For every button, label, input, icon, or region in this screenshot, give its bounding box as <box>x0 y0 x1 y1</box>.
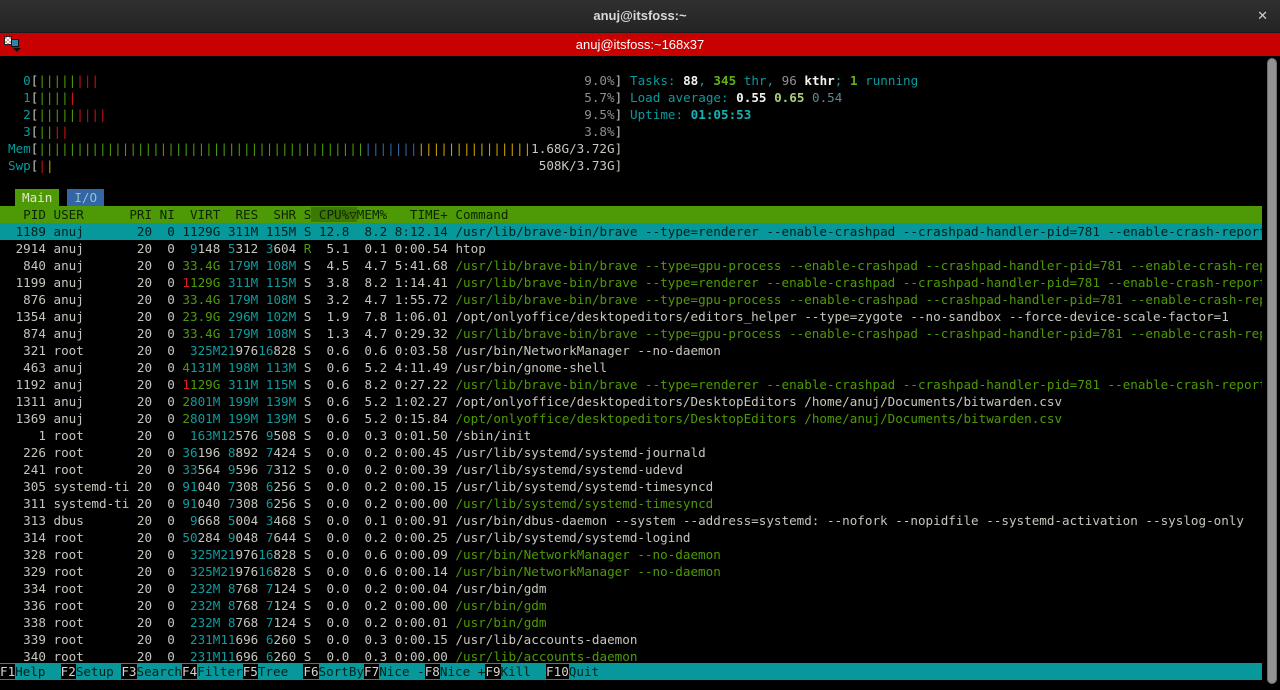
tab-io[interactable]: I/O <box>67 189 104 206</box>
process-row-328[interactable]: 328 root 20 0 325M2197616828 S 0.0 0.6 0… <box>0 546 1262 563</box>
process-row-314[interactable]: 314 root 20 0 50284 9048 7644 S 0.0 0.2 … <box>0 529 1262 546</box>
process-row-334[interactable]: 334 root 20 0 232M 8768 7124 S 0.0 0.2 0… <box>0 580 1262 597</box>
process-row-336[interactable]: 336 root 20 0 232M 8768 7124 S 0.0 0.2 0… <box>0 597 1262 614</box>
process-row-311[interactable]: 311 systemd-ti 20 0 91040 7308 6256 S 0.… <box>0 495 1262 512</box>
fkey-f8[interactable]: F8 <box>425 664 440 679</box>
load-average-line: Load average: 0.55 0.65 0.54 <box>630 89 918 106</box>
process-row-2914[interactable]: 2914 anuj 20 0 9148 5312 3604 R 5.1 0.1 … <box>0 240 1262 257</box>
process-row-241[interactable]: 241 root 20 0 33564 9596 7312 S 0.0 0.2 … <box>0 461 1262 478</box>
fkey-label-help[interactable]: Help <box>15 664 61 679</box>
fkey-f4[interactable]: F4 <box>182 664 197 679</box>
fkey-f9[interactable]: F9 <box>485 664 500 679</box>
fkey-f5[interactable]: F5 <box>243 664 258 679</box>
process-row-463[interactable]: 463 anuj 20 0 4131M 198M 113M S 0.6 5.2 … <box>0 359 1262 376</box>
fkey-f6[interactable]: F6 <box>303 664 318 679</box>
summary-panel: Tasks: 88, 345 thr, 96 kthr; 1 runningLo… <box>630 72 918 123</box>
fkey-label-tree[interactable]: Tree <box>258 664 304 679</box>
cpu-meter-3: 3[||||3.8%] <box>8 123 622 140</box>
process-row-321[interactable]: 321 root 20 0 325M2197616828 S 0.6 0.6 0… <box>0 342 1262 359</box>
process-row-876[interactable]: 876 anuj 20 0 33.4G 179M 108M S 3.2 4.7 … <box>0 291 1262 308</box>
process-row-313[interactable]: 313 dbus 20 0 9668 5004 3468 S 0.0 0.1 0… <box>0 512 1262 529</box>
process-row-1[interactable]: 1 root 20 0 163M12576 9508 S 0.0 0.3 0:0… <box>0 427 1262 444</box>
screen-tabs: Main I/O <box>15 189 104 206</box>
cpu-meter-1: 1[|||||5.7%] <box>8 89 622 106</box>
process-row-1192[interactable]: 1192 anuj 20 0 1129G 311M 115M S 0.6 8.2… <box>0 376 1262 393</box>
process-row-339[interactable]: 339 root 20 0 231M11696 6260 S 0.0 0.3 0… <box>0 631 1262 648</box>
memory-meter: Mem[||||||||||||||||||||||||||||||||||||… <box>8 140 622 157</box>
window-title: anuj@itsfoss:~ <box>0 8 1280 23</box>
fkey-label-filter[interactable]: Filter <box>197 664 243 679</box>
process-row-1354[interactable]: 1354 anuj 20 0 23.9G 296M 102M S 1.9 7.8… <box>0 308 1262 325</box>
fkey-label-setup[interactable]: Setup <box>76 664 122 679</box>
process-row-1369[interactable]: 1369 anuj 20 0 2801M 199M 139M S 0.6 5.2… <box>0 410 1262 427</box>
fkey-f7[interactable]: F7 <box>364 664 379 679</box>
process-row-840[interactable]: 840 anuj 20 0 33.4G 179M 108M S 4.5 4.7 … <box>0 257 1262 274</box>
fkey-label-sortby[interactable]: SortBy <box>319 664 365 679</box>
swap-meter: Swp[||508K/3.73G] <box>8 157 622 174</box>
fkey-label-kill[interactable]: Kill <box>501 664 547 679</box>
process-row-329[interactable]: 329 root 20 0 325M2197616828 S 0.0 0.6 0… <box>0 563 1262 580</box>
tasks-line: Tasks: 88, 345 thr, 96 kthr; 1 running <box>630 72 918 89</box>
process-row-1311[interactable]: 1311 anuj 20 0 2801M 199M 139M S 0.6 5.2… <box>0 393 1262 410</box>
fkey-label-nice-[interactable]: Nice + <box>440 664 486 679</box>
htop-screen: 0[||||||||9.0%] 1[|||||5.7%] 2[|||||||||… <box>0 56 1280 690</box>
fkey-label-search[interactable]: Search <box>137 664 183 679</box>
fkey-f3[interactable]: F3 <box>121 664 136 679</box>
fkey-f10[interactable]: F10 <box>546 664 569 679</box>
process-row-1189[interactable]: 1189 anuj 20 0 1129G 311M 115M S 12.8 8.… <box>0 223 1262 240</box>
close-icon[interactable]: ✕ <box>1257 8 1268 24</box>
function-key-bar: F1Help F2Setup F3SearchF4FilterF5Tree F6… <box>0 663 1262 680</box>
fkey-f1[interactable]: F1 <box>0 664 15 679</box>
cpu-meter-0: 0[||||||||9.0%] <box>8 72 622 89</box>
process-row-874[interactable]: 874 anuj 20 0 33.4G 179M 108M S 1.3 4.7 … <box>0 325 1262 342</box>
sort-column-cpu[interactable]: CPU%▽ <box>311 207 357 222</box>
fkey-f2[interactable]: F2 <box>61 664 76 679</box>
process-table-header[interactable]: PID USER PRI NI VIRT RES SHR S CPU%▽MEM%… <box>0 206 1262 223</box>
fkey-label-quit[interactable]: Quit <box>569 664 615 679</box>
uptime-line: Uptime: 01:05:53 <box>630 106 918 123</box>
fkey-label-nice-[interactable]: Nice - <box>379 664 425 679</box>
tab-main[interactable]: Main <box>15 189 59 206</box>
cpu-meter-2: 2[|||||||||9.5%] <box>8 106 622 123</box>
process-row-305[interactable]: 305 systemd-ti 20 0 91040 7308 6256 S 0.… <box>0 478 1262 495</box>
terminal-title: anuj@itsfoss:~168x37 <box>0 37 1280 52</box>
process-row-226[interactable]: 226 root 20 0 36196 8892 7424 S 0.0 0.2 … <box>0 444 1262 461</box>
process-table: 1189 anuj 20 0 1129G 311M 115M S 12.8 8.… <box>0 223 1262 665</box>
terminal-title-bar: anuj@itsfoss:~168x37 <box>0 33 1280 56</box>
process-row-338[interactable]: 338 root 20 0 232M 8768 7124 S 0.0 0.2 0… <box>0 614 1262 631</box>
scrollbar[interactable] <box>1267 58 1277 684</box>
process-row-1199[interactable]: 1199 anuj 20 0 1129G 311M 115M S 3.8 8.2… <box>0 274 1262 291</box>
meters-panel: 0[||||||||9.0%] 1[|||||5.7%] 2[|||||||||… <box>8 72 622 174</box>
window-titlebar[interactable]: anuj@itsfoss:~ ✕ <box>0 0 1280 33</box>
